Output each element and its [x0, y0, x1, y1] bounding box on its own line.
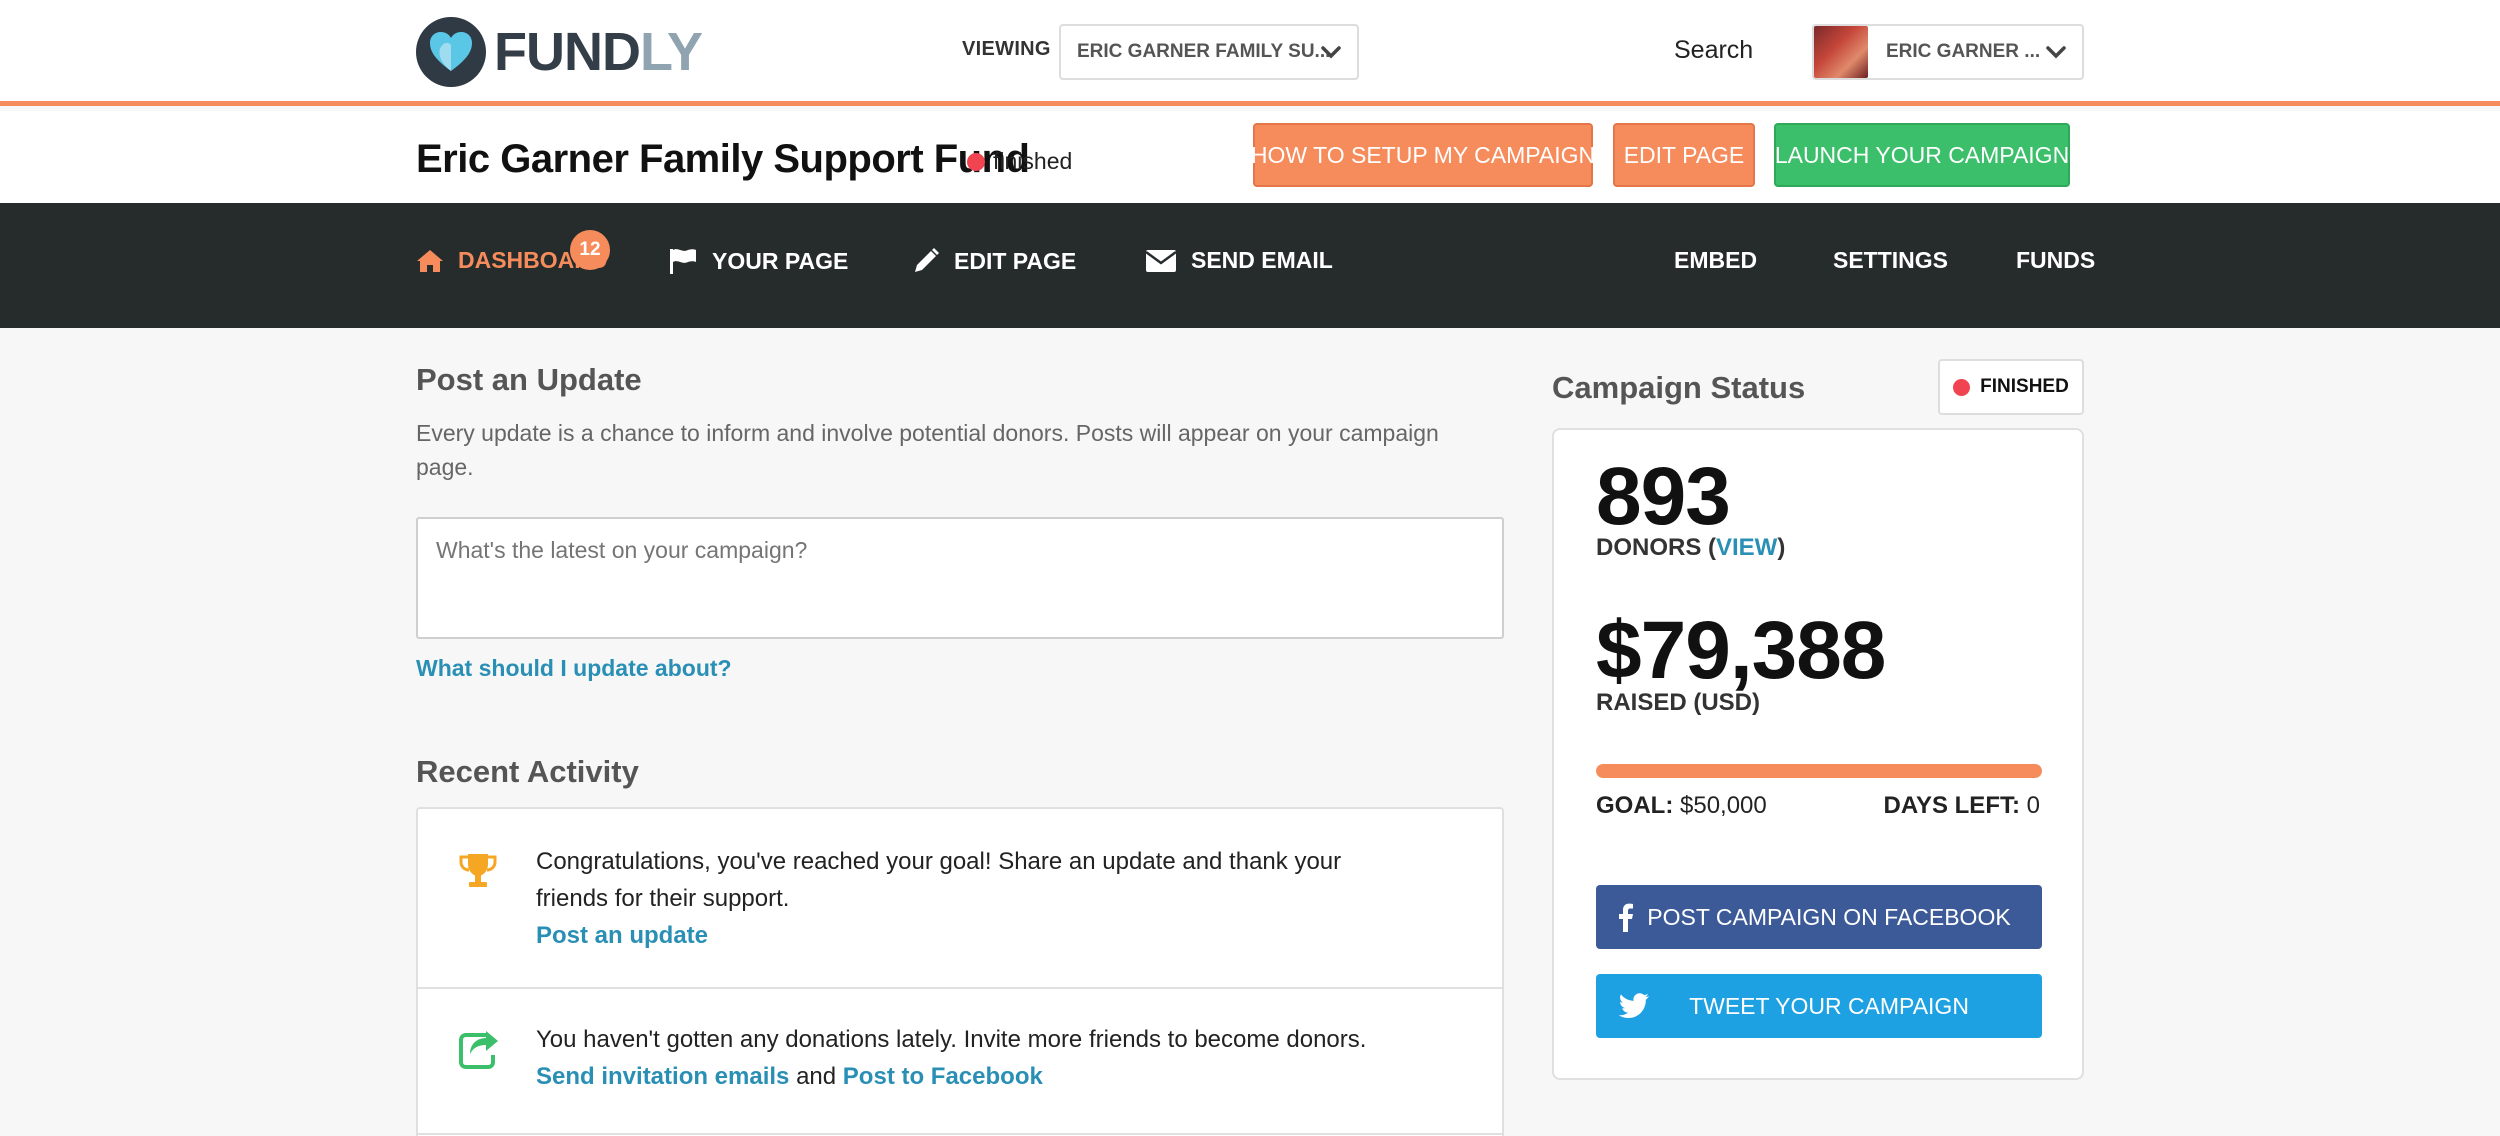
view-donors-link[interactable]: VIEW — [1716, 534, 1777, 561]
campaign-status-heading: Campaign Status — [1552, 370, 1806, 405]
post-update-description: Every update is a chance to inform and i… — [416, 420, 1439, 480]
campaign-status-text: finished — [993, 148, 1073, 174]
campaign-status: finished — [967, 148, 1072, 175]
activity-list: Congratulations, you've reached your goa… — [416, 807, 1504, 1136]
campaign-selector-value: ERIC GARNER FAMILY SU... — [1077, 41, 1331, 62]
donors-label-close: ) — [1777, 534, 1786, 561]
status-dot-icon — [1953, 378, 1971, 396]
logo-wordmark: FUNDLY — [494, 22, 703, 82]
nav-settings-label: SETTINGS — [1833, 247, 1949, 273]
donors-count: 893 — [1596, 451, 1731, 542]
nav-embed-label: EMBED — [1674, 247, 1758, 273]
how-to-setup-button[interactable]: HOW TO SETUP MY CAMPAIGN — [1251, 123, 1595, 187]
tweet-campaign-button[interactable]: TWEET YOUR CAMPAIGN — [1596, 974, 2042, 1038]
post-to-facebook-link[interactable]: Post to Facebook — [843, 1063, 1043, 1090]
trophy-icon — [459, 854, 497, 887]
nav-funds[interactable]: FUNDS — [2016, 247, 2095, 274]
goal-progress-fill — [1596, 764, 2042, 778]
raised-label: RAISED (USD) — [1596, 689, 1761, 716]
goal-label: GOAL: — [1596, 792, 1674, 819]
goal-value: $50,000 — [1680, 792, 1767, 819]
facebook-icon — [1619, 903, 1633, 932]
nav-funds-label: FUNDS — [2016, 247, 2096, 273]
nav-your-page[interactable]: YOUR PAGE — [668, 247, 848, 275]
goal-stat: GOAL: $50,000 — [1596, 792, 1767, 820]
status-badge-label: FINISHED — [1980, 376, 2069, 397]
heart-logo-icon — [416, 17, 486, 87]
raised-amount: $79,388 — [1596, 605, 1886, 696]
days-left-label: DAYS LEFT: — [1883, 792, 2020, 819]
nav-edit-page-label: EDIT PAGE — [954, 247, 1077, 274]
post-facebook-button[interactable]: POST CAMPAIGN ON FACEBOOK — [1596, 885, 2042, 949]
status-badge: FINISHED — [1938, 359, 2084, 415]
nav-send-email[interactable]: SEND EMAIL — [1145, 247, 1333, 274]
goal-progress-bar — [1596, 764, 2042, 778]
user-menu[interactable]: ERIC GARNER ... — [1812, 24, 2084, 80]
tweet-campaign-label: TWEET YOUR CAMPAIGN — [1689, 992, 1969, 1019]
activity-message: Congratulations, you've reached your goa… — [536, 848, 1342, 912]
share-icon — [459, 1031, 498, 1069]
chevron-down-icon — [2046, 46, 2066, 59]
nav-edit-page[interactable]: EDIT PAGE — [912, 247, 1076, 275]
chevron-down-icon — [1321, 46, 1341, 59]
activity-joiner: and — [796, 1063, 837, 1090]
update-input[interactable] — [416, 517, 1504, 639]
donors-label-text: DONORS ( — [1596, 534, 1716, 561]
days-left-value: 0 — [2026, 792, 2040, 819]
page-title: Eric Garner Family Support Fund — [416, 137, 1030, 181]
donors-label: DONORS (VIEW) — [1596, 534, 1785, 562]
avatar — [1814, 26, 1868, 78]
home-icon — [417, 249, 443, 272]
activity-message: You haven't gotten any donations lately.… — [536, 1026, 1367, 1053]
user-name: ERIC GARNER ... — [1886, 41, 2041, 62]
activity-text: You haven't gotten any donations lately.… — [536, 1021, 1416, 1095]
nav-your-page-label: YOUR PAGE — [712, 247, 849, 274]
launch-campaign-button[interactable]: LAUNCH YOUR CAMPAIGN — [1774, 123, 2070, 187]
envelope-icon — [1145, 249, 1177, 272]
viewing-label: VIEWING — [962, 38, 1051, 60]
edit-page-button[interactable]: EDIT PAGE — [1613, 123, 1755, 187]
pencil-icon — [915, 248, 939, 272]
list-item: Congratulations, you've reached your goa… — [418, 809, 1502, 989]
main-nav: DASHBOARD YOUR PAGE EDIT PAGE SEND EMAIL… — [0, 203, 2500, 328]
campaign-header: Eric Garner Family Support Fund finished… — [0, 111, 2500, 203]
activity-text: Congratulations, you've reached your goa… — [536, 843, 1416, 954]
twitter-icon — [1618, 993, 1649, 1018]
send-invitation-link[interactable]: Send invitation emails — [536, 1063, 789, 1090]
campaign-status-panel: 893 DONORS (VIEW) $79,388 RAISED (USD) G… — [1552, 428, 2084, 1080]
recent-activity-heading: Recent Activity — [416, 754, 639, 789]
notification-badge: 12 — [570, 230, 610, 270]
search-link[interactable]: Search — [1674, 36, 1753, 65]
top-bar: FUNDLY VIEWING ERIC GARNER FAMILY SU... … — [0, 0, 2500, 106]
post-update-heading: Post an Update — [416, 362, 642, 397]
logo-text-dark: FUND — [494, 22, 641, 82]
post-facebook-label: POST CAMPAIGN ON FACEBOOK — [1647, 903, 2011, 930]
days-left-stat: DAYS LEFT: 0 — [1884, 792, 2041, 820]
flag-icon — [670, 249, 696, 274]
what-to-update-link[interactable]: What should I update about? — [416, 655, 732, 682]
nav-settings[interactable]: SETTINGS — [1833, 247, 1948, 274]
nav-embed[interactable]: EMBED — [1674, 247, 1757, 274]
fundly-logo[interactable]: FUNDLY — [416, 16, 703, 88]
logo-text-light: LY — [639, 22, 703, 82]
status-dot-icon — [967, 152, 985, 171]
list-item: You haven't gotten any donations lately.… — [418, 989, 1502, 1135]
campaign-selector[interactable]: ERIC GARNER FAMILY SU... — [1059, 24, 1359, 80]
post-update-link[interactable]: Post an update — [536, 922, 708, 949]
nav-send-email-label: SEND EMAIL — [1191, 247, 1333, 273]
